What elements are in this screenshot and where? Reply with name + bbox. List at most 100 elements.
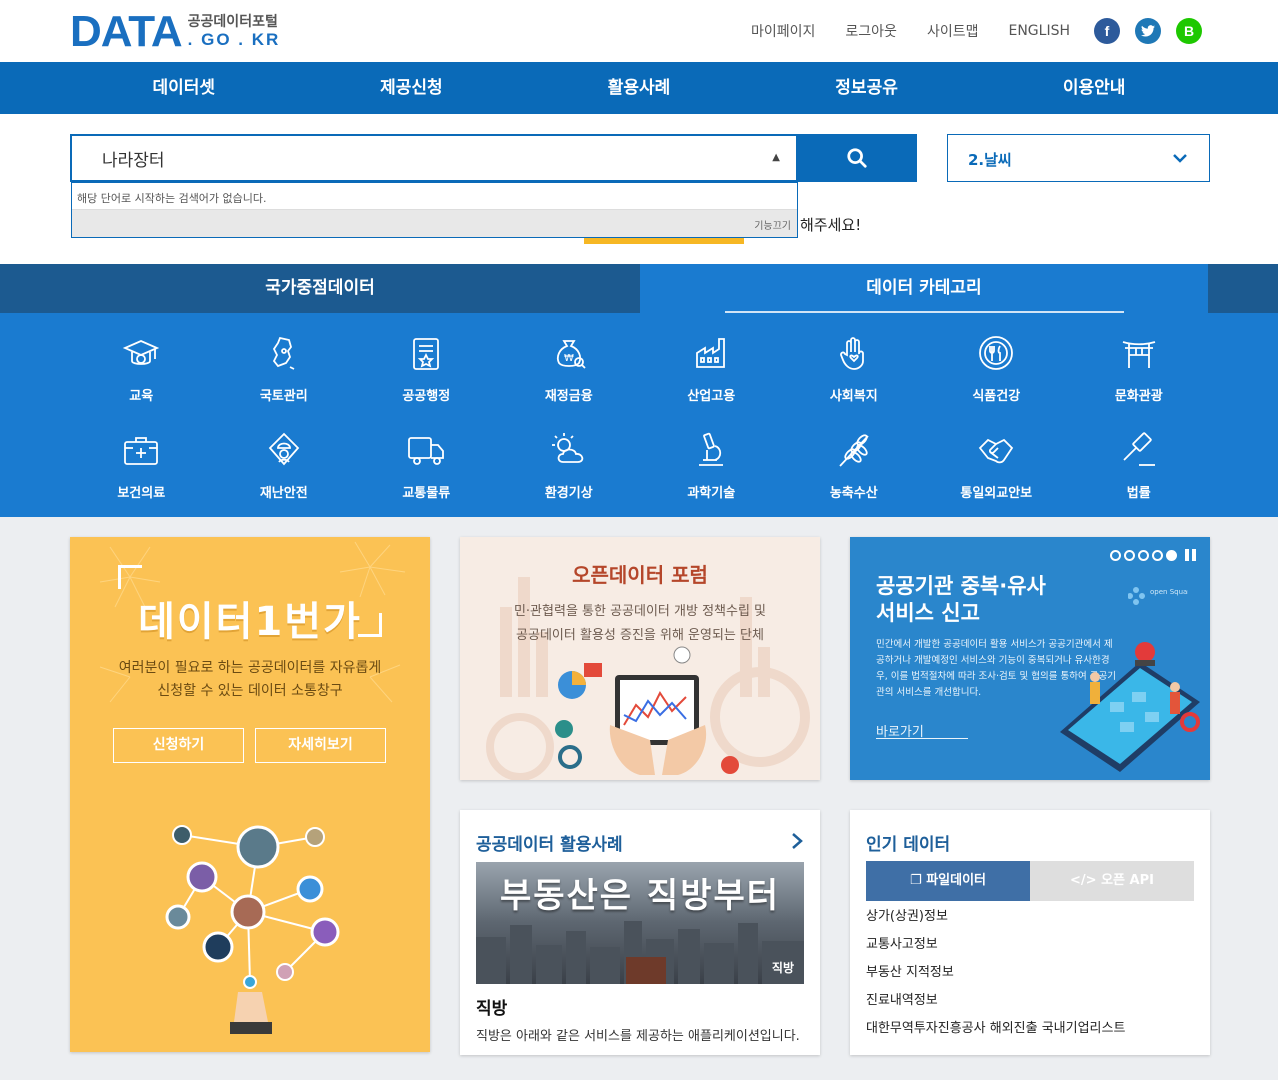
duplicate-service-report-banner[interactable]: 공공기관 중복·유사 서비스 신고 민간에서 개발한 공공데이터 활용 서비스가… bbox=[850, 537, 1210, 780]
pause-icon[interactable] bbox=[1185, 549, 1196, 561]
nav-usecases[interactable]: 활용사례 bbox=[525, 62, 753, 114]
category-label: 과학기술 bbox=[687, 486, 736, 501]
category-label: 문화관광 bbox=[1114, 389, 1163, 404]
medical-kit-icon bbox=[70, 428, 213, 472]
category-panel: 교육 국토관리 공공행정 ₩ 재정금융 산업고용 사회복지 식품건강 문화관광 … bbox=[0, 313, 1278, 517]
category-label: 농축수산 bbox=[829, 486, 878, 501]
category-select[interactable]: 2.날씨 bbox=[947, 134, 1210, 182]
popular-data-title: 인기 데이터 bbox=[866, 835, 951, 855]
category-label: 법률 bbox=[1126, 486, 1151, 501]
category-transport[interactable]: 교통물류 bbox=[355, 428, 498, 503]
link-english[interactable]: ENGLISH bbox=[1008, 23, 1070, 39]
handshake-icon bbox=[925, 428, 1068, 472]
carousel-dot-active[interactable] bbox=[1166, 549, 1177, 561]
tab-national-data[interactable]: 국가중점데이터 bbox=[0, 264, 640, 313]
category-land[interactable]: 국토관리 bbox=[213, 331, 356, 406]
link-mypage[interactable]: 마이페이지 bbox=[751, 21, 815, 41]
carousel-dot[interactable] bbox=[1110, 549, 1121, 561]
category-label: 교육 bbox=[129, 389, 154, 404]
open-square-brand: open Square bbox=[1150, 588, 1188, 596]
gate-icon bbox=[1068, 331, 1211, 375]
category-medical[interactable]: 보건의료 bbox=[70, 428, 213, 503]
category-label: 국토관리 bbox=[259, 389, 308, 404]
category-safety[interactable]: 재난안전 bbox=[213, 428, 356, 503]
carousel-dot[interactable] bbox=[1124, 549, 1135, 561]
link-sitemap[interactable]: 사이트맵 bbox=[927, 21, 979, 41]
category-label: 식품건강 bbox=[972, 389, 1021, 404]
search-box: ▲ bbox=[70, 134, 798, 182]
link-logout[interactable]: 로그아웃 bbox=[845, 21, 897, 41]
autocomplete-off-button[interactable]: 기능끄기 bbox=[754, 217, 791, 232]
promo-title: 데이터1번가 bbox=[138, 599, 362, 645]
carousel-dot[interactable] bbox=[1138, 549, 1149, 561]
site-logo[interactable]: DATA 공공데이터포털 . GO . KR bbox=[70, 10, 281, 54]
usecase-card[interactable]: 공공데이터 활용사례 부동산은 직방부터 직방 직방 직방은 아래와 같은 서비… bbox=[460, 810, 820, 1055]
search-area: 해주세요! ▲ 2.날씨 해당 단어로 시작하는 검색어가 없습니다. 기능끄기 bbox=[0, 114, 1278, 264]
chevron-right-icon[interactable] bbox=[790, 832, 804, 850]
category-welfare[interactable]: 사회복지 bbox=[783, 331, 926, 406]
caret-up-icon[interactable]: ▲ bbox=[772, 152, 780, 163]
category-education[interactable]: 교육 bbox=[70, 331, 213, 406]
promo-data-1st-street[interactable]: 데이터1번가 여러분이 필요로 하는 공공데이터를 자유롭게 신청할 수 있는 … bbox=[70, 537, 430, 1052]
tab-data-category[interactable]: 데이터 카테고리 bbox=[640, 264, 1208, 313]
chevron-down-icon bbox=[1173, 154, 1187, 163]
category-environment[interactable]: 환경기상 bbox=[498, 428, 641, 503]
list-item[interactable]: 대한무역투자진흥공사 해외진출 국내기업리스트 bbox=[866, 1019, 1125, 1047]
utility-links: 마이페이지 로그아웃 사이트맵 ENGLISH f B bbox=[721, 16, 1202, 46]
carousel-dot[interactable] bbox=[1152, 549, 1163, 561]
list-item[interactable]: 부동산 지적정보 bbox=[866, 963, 1125, 991]
code-icon: </> bbox=[1070, 873, 1097, 888]
nav-guide[interactable]: 이용안내 bbox=[980, 62, 1208, 114]
tab-open-api[interactable]: </> 오픈 API bbox=[1030, 861, 1194, 901]
usecase-banner-image[interactable]: 부동산은 직방부터 직방 bbox=[476, 862, 804, 984]
usecase-name[interactable]: 직방 bbox=[476, 994, 507, 1019]
facebook-icon[interactable]: f bbox=[1094, 18, 1120, 44]
list-item[interactable]: 교통사고정보 bbox=[866, 935, 1125, 963]
category-law[interactable]: 법률 bbox=[1068, 428, 1211, 503]
truck-icon bbox=[355, 428, 498, 472]
nav-info-share[interactable]: 정보공유 bbox=[753, 62, 981, 114]
city-skyline bbox=[476, 921, 804, 984]
tab-spacer bbox=[1208, 264, 1278, 313]
category-food-health[interactable]: 식품건강 bbox=[925, 331, 1068, 406]
search-button[interactable] bbox=[797, 134, 917, 182]
popular-data-card: 인기 데이터 ❐ 파일데이터 </> 오픈 API 상가(상권)정보 교통사고정… bbox=[850, 810, 1210, 1055]
category-culture[interactable]: 문화관광 bbox=[1068, 331, 1211, 406]
category-unification[interactable]: 통일외교안보 bbox=[925, 428, 1068, 503]
nav-request[interactable]: 제공신청 bbox=[298, 62, 526, 114]
category-admin[interactable]: 공공행정 bbox=[355, 331, 498, 406]
category-finance[interactable]: ₩ 재정금융 bbox=[498, 331, 641, 406]
open-data-forum-banner[interactable]: 오픈데이터 포럼 민·관협력을 통한 공공데이터 개방 정책수립 및 공공데이터… bbox=[460, 537, 820, 780]
korea-map-icon bbox=[213, 331, 356, 375]
wheat-icon bbox=[783, 428, 926, 472]
logo-domain: . GO . KR bbox=[187, 30, 281, 49]
search-input[interactable] bbox=[102, 136, 742, 180]
file-icon: ❐ bbox=[910, 873, 922, 888]
tab-file-data[interactable]: ❐ 파일데이터 bbox=[866, 861, 1030, 901]
promo-description-line2: 신청할 수 있는 데이터 소통창구 bbox=[157, 683, 343, 699]
band-icon[interactable]: B bbox=[1176, 18, 1202, 44]
category-industry[interactable]: 산업고용 bbox=[640, 331, 783, 406]
usecase-banner-brand: 직방 bbox=[771, 961, 794, 975]
network-illustration bbox=[165, 825, 340, 1034]
smartphone-city-illustration bbox=[1060, 642, 1200, 772]
category-label: 산업고용 bbox=[687, 389, 736, 404]
list-item[interactable]: 상가(상권)정보 bbox=[866, 907, 1125, 935]
list-item[interactable]: 진료내역정보 bbox=[866, 991, 1125, 1019]
graduation-cap-icon bbox=[70, 331, 213, 375]
category-agriculture[interactable]: 농축수산 bbox=[783, 428, 926, 503]
microscope-icon bbox=[640, 428, 783, 472]
category-science[interactable]: 과학기술 bbox=[640, 428, 783, 503]
carousel-indicators bbox=[1107, 549, 1196, 561]
category-label: 환경기상 bbox=[544, 486, 593, 501]
safety-icon bbox=[213, 428, 356, 472]
tab-open-api-label: 오픈 API bbox=[1101, 873, 1154, 888]
twitter-icon[interactable] bbox=[1135, 18, 1161, 44]
gavel-icon bbox=[1068, 428, 1211, 472]
nav-dataset[interactable]: 데이터셋 bbox=[70, 62, 298, 114]
apply-button[interactable]: 신청하기 bbox=[113, 728, 244, 763]
search-hint-text: 해주세요! bbox=[800, 216, 862, 234]
search-icon bbox=[847, 148, 867, 168]
autocomplete-message: 해당 단어로 시작하는 검색어가 없습니다. bbox=[77, 192, 267, 205]
learn-more-button[interactable]: 자세히보기 bbox=[255, 728, 386, 763]
